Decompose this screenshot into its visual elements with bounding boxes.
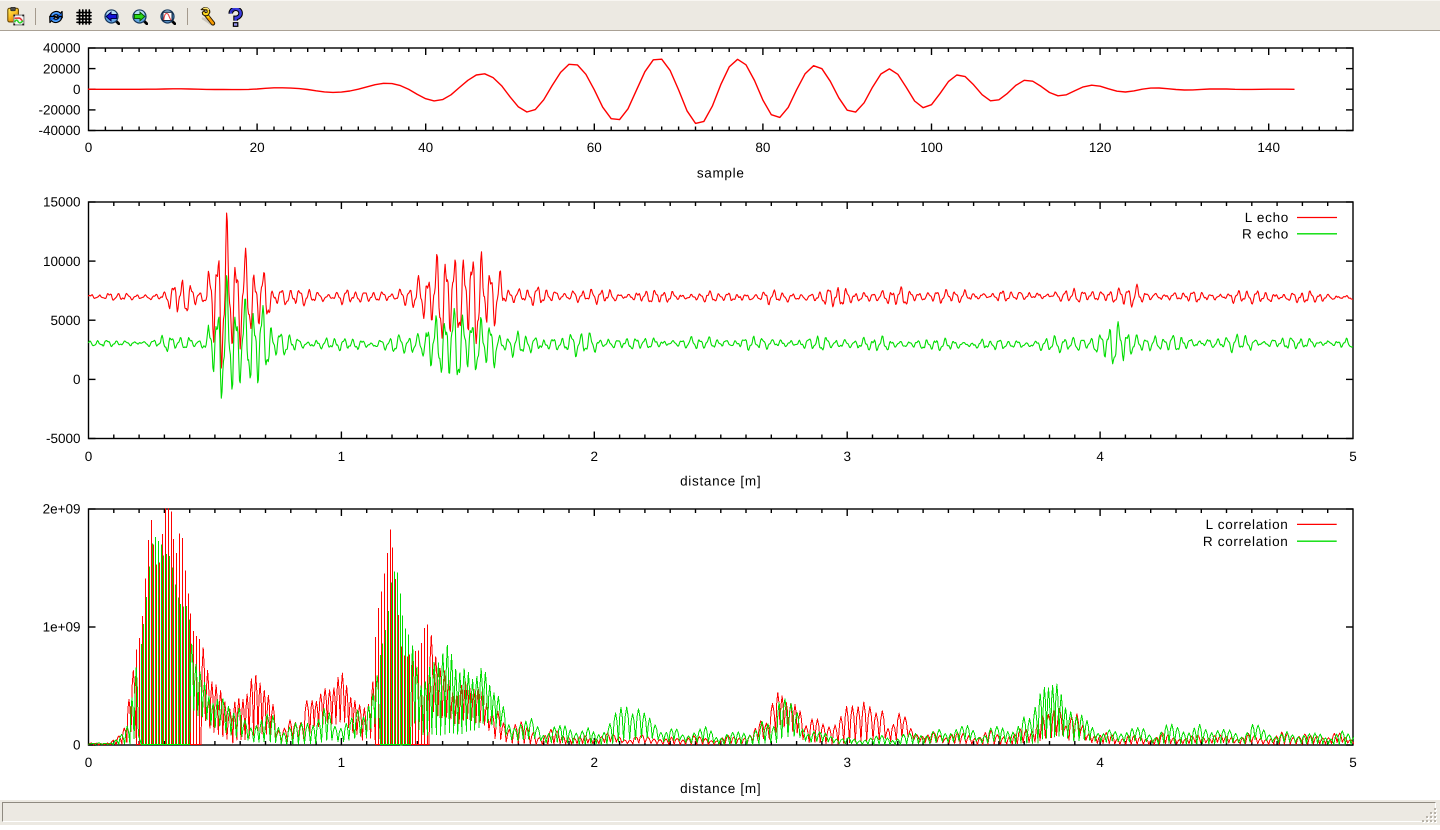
svg-text:2: 2 (591, 449, 599, 464)
svg-text:0: 0 (73, 372, 81, 387)
svg-text:L correlation: L correlation (1206, 517, 1289, 532)
svg-text:1: 1 (338, 755, 346, 770)
svg-text:2e+09: 2e+09 (43, 502, 81, 517)
svg-text:80: 80 (755, 140, 770, 155)
svg-text:0: 0 (85, 755, 93, 770)
svg-text:R echo: R echo (1242, 227, 1289, 242)
svg-text:3: 3 (843, 755, 851, 770)
svg-text:-5000: -5000 (46, 431, 81, 446)
svg-text:-20000: -20000 (38, 103, 80, 118)
svg-text:distance [m]: distance [m] (680, 781, 761, 796)
svg-text:20000: 20000 (43, 61, 81, 76)
svg-text:3: 3 (843, 449, 851, 464)
svg-text:4: 4 (1096, 755, 1104, 770)
svg-text:L echo: L echo (1245, 210, 1289, 225)
svg-text:1: 1 (338, 449, 346, 464)
svg-text:sample: sample (697, 165, 745, 180)
svg-text:0: 0 (73, 82, 81, 97)
svg-text:0: 0 (73, 738, 81, 753)
svg-text:0: 0 (85, 449, 93, 464)
svg-text:40000: 40000 (43, 41, 81, 56)
svg-text:10000: 10000 (43, 254, 81, 269)
svg-text:15000: 15000 (43, 195, 81, 210)
svg-text:20: 20 (250, 140, 265, 155)
svg-text:2: 2 (591, 755, 599, 770)
svg-text:-40000: -40000 (38, 123, 80, 138)
svg-text:R correlation: R correlation (1203, 534, 1289, 549)
svg-text:1e+09: 1e+09 (43, 620, 81, 635)
svg-text:distance [m]: distance [m] (680, 473, 761, 488)
svg-text:140: 140 (1257, 140, 1280, 155)
svg-text:60: 60 (587, 140, 602, 155)
svg-text:5000: 5000 (50, 313, 80, 328)
svg-text:5: 5 (1349, 449, 1357, 464)
svg-text:100: 100 (920, 140, 943, 155)
svg-text:0: 0 (85, 140, 93, 155)
svg-text:5: 5 (1349, 755, 1357, 770)
svg-text:4: 4 (1096, 449, 1104, 464)
svg-text:40: 40 (418, 140, 433, 155)
svg-text:120: 120 (1089, 140, 1112, 155)
